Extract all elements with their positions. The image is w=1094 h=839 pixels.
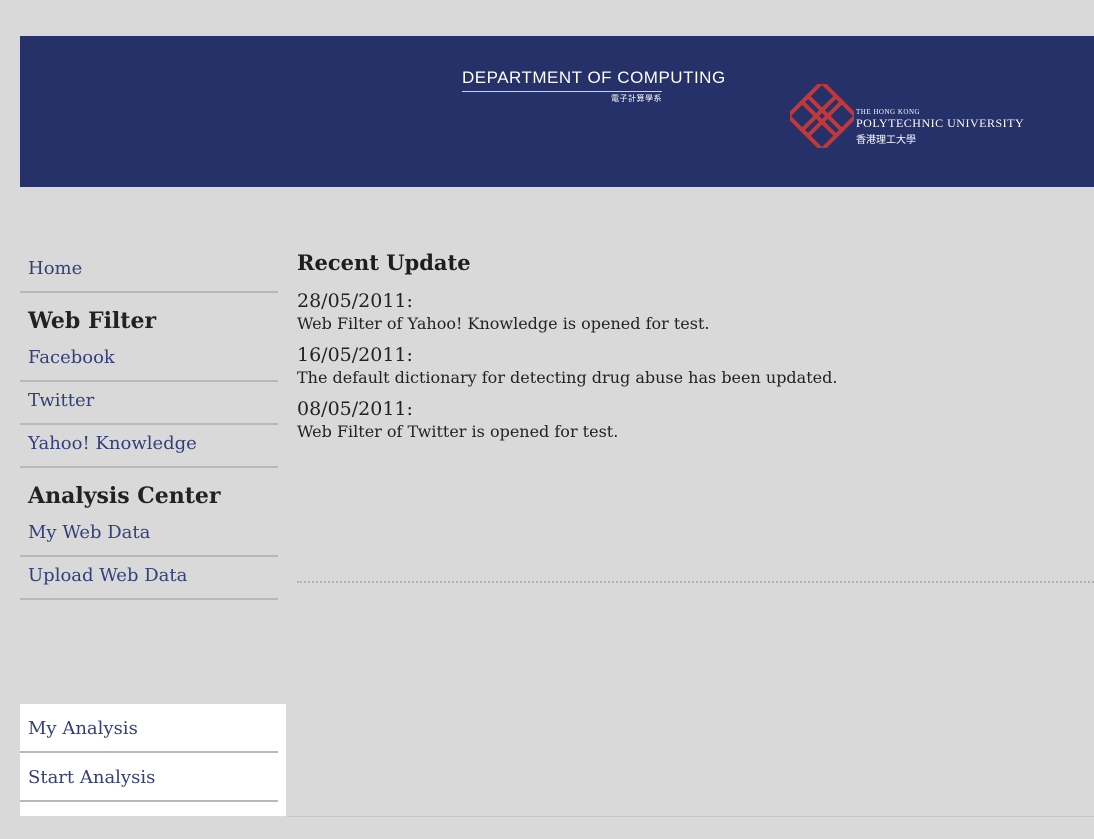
update-item: 08/05/2011: Web Filter of Twitter is ope… xyxy=(297,397,1094,443)
university-chinese-name: 香港理工大學 xyxy=(856,135,916,146)
university-name: POLYTECHNIC UNIVERSITY xyxy=(856,116,1025,130)
polyu-logo-icon xyxy=(790,84,854,148)
update-item: 28/05/2011: Web Filter of Yahoo! Knowled… xyxy=(297,289,1094,335)
department-logo: DEPARTMENT OF COMPUTING 電子計算學系 xyxy=(462,68,762,104)
content-divider xyxy=(297,581,1094,583)
update-date: 08/05/2011: xyxy=(297,398,413,420)
update-date: 16/05/2011: xyxy=(297,344,413,366)
department-underline xyxy=(462,91,662,92)
nav-twitter[interactable]: Twitter xyxy=(20,382,278,425)
nav-facebook[interactable]: Facebook xyxy=(20,339,278,382)
page-title: Recent Update xyxy=(297,250,471,275)
nav-my-web-data[interactable]: My Web Data xyxy=(20,514,278,557)
footer-divider xyxy=(287,816,1094,817)
department-chinese-name: 電子計算學系 xyxy=(611,94,662,103)
web-filter-heading: Web Filter xyxy=(28,308,157,334)
main-content: Recent Update 28/05/2011: Web Filter of … xyxy=(297,245,1094,583)
sidebar: Home Web Filter Facebook Twitter Yahoo! … xyxy=(20,250,286,816)
nav-start-analysis[interactable]: Start Analysis xyxy=(20,753,278,802)
update-text: The default dictionary for detecting dru… xyxy=(297,368,838,387)
university-small-text: THE HONG KONG xyxy=(856,108,921,116)
nav-home[interactable]: Home xyxy=(20,250,278,293)
university-name-block: THE HONG KONG POLYTECHNIC UNIVERSITY 香港理… xyxy=(856,108,1024,146)
analysis-center-heading: Analysis Center xyxy=(28,483,221,509)
update-text: Web Filter of Yahoo! Knowledge is opened… xyxy=(297,314,710,333)
nav-upload-web-data[interactable]: Upload Web Data xyxy=(20,557,278,600)
update-text: Web Filter of Twitter is opened for test… xyxy=(297,422,619,441)
update-item: 16/05/2011: The default dictionary for d… xyxy=(297,343,1094,389)
department-name: DEPARTMENT OF COMPUTING xyxy=(462,68,726,87)
nav-my-analysis[interactable]: My Analysis xyxy=(20,704,278,753)
update-date: 28/05/2011: xyxy=(297,290,413,312)
analysis-submenu: My Analysis Start Analysis xyxy=(20,704,286,816)
nav-yahoo-knowledge[interactable]: Yahoo! Knowledge xyxy=(20,425,278,468)
